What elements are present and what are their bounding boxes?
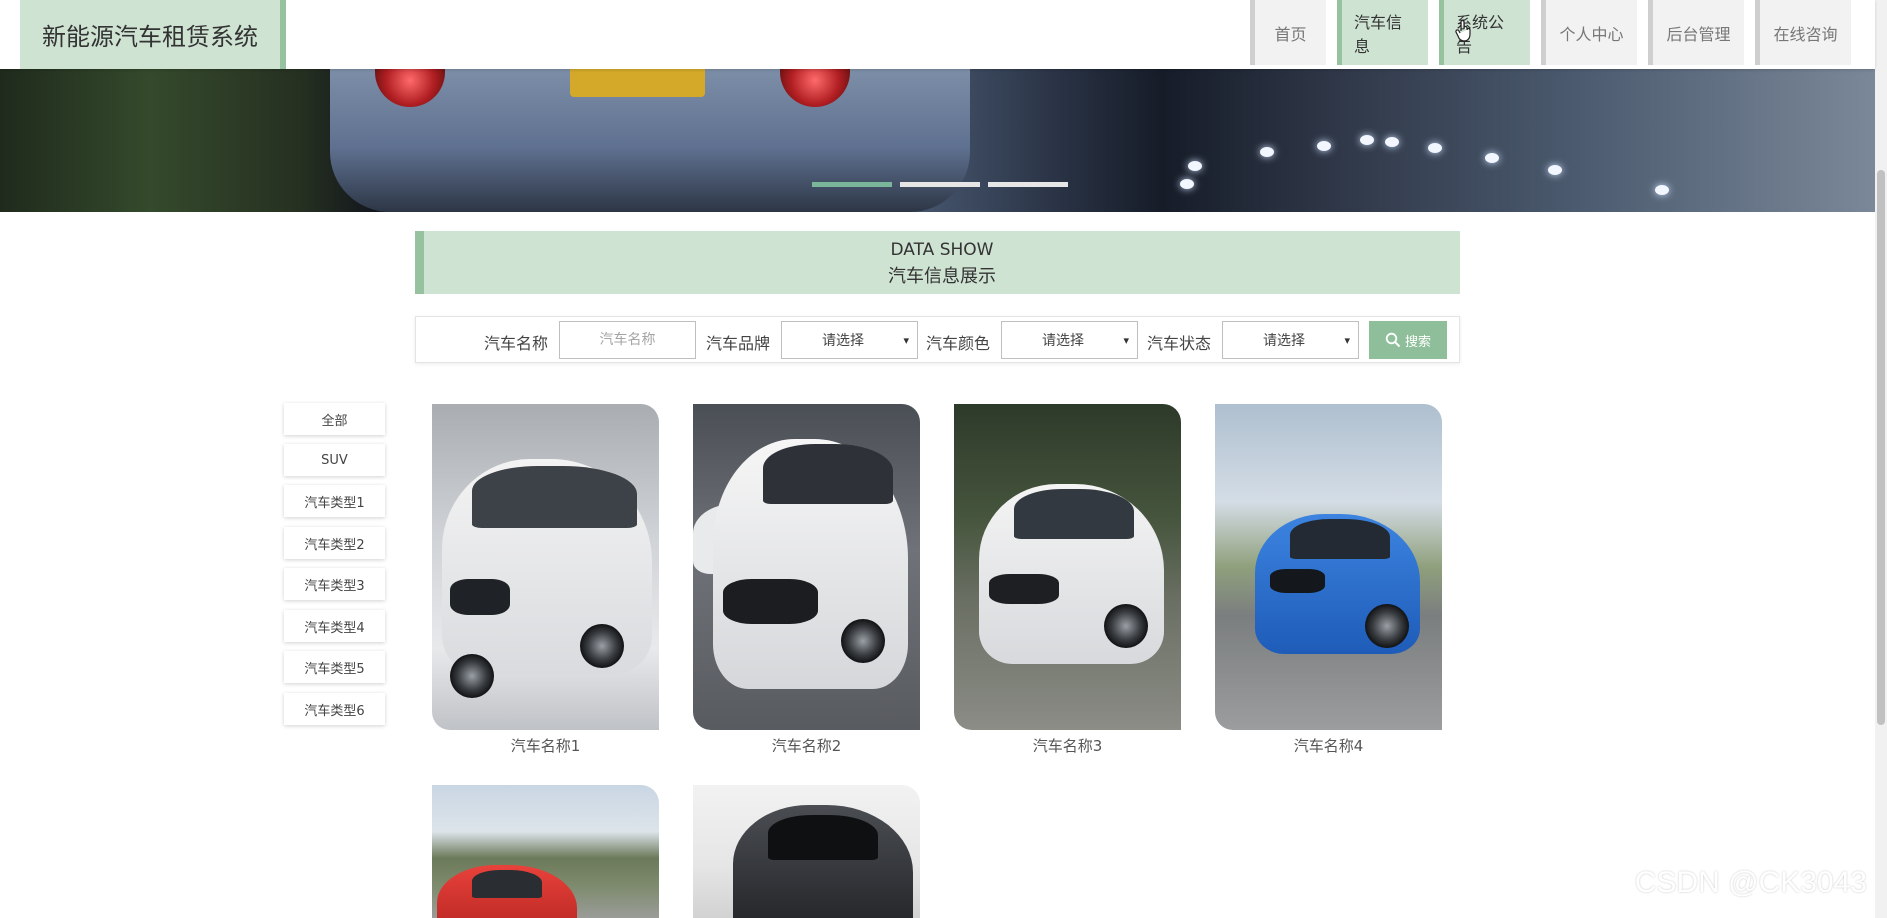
category-type-4[interactable]: 汽车类型4 (284, 610, 385, 642)
section-title-cn: 汽车信息展示 (888, 266, 996, 287)
section-title: DATA SHOW 汽车信息展示 (415, 231, 1460, 294)
chevron-down-icon: ▾ (1344, 333, 1350, 347)
road-light (1548, 165, 1562, 175)
car-name-caption[interactable]: 汽车名称4 (1215, 735, 1442, 756)
carousel-dot[interactable] (900, 182, 980, 187)
car-brand-value: 请选择 (822, 333, 864, 349)
car-brand-select[interactable]: 请选择 ▾ (781, 321, 918, 359)
road-light (1360, 135, 1374, 145)
car-status-select[interactable]: 请选择 ▾ (1222, 321, 1359, 359)
category-type-5[interactable]: 汽车类型5 (284, 651, 385, 683)
car-name-input[interactable] (559, 321, 696, 359)
search-bar: 汽车名称 汽车品牌 请选择 ▾ 汽车颜色 请选择 ▾ 汽车状态 请选择 ▾ 搜索 (415, 316, 1460, 363)
car-color-select[interactable]: 请选择 ▾ (1001, 321, 1138, 359)
road-light (1260, 147, 1274, 157)
car-status-value: 请选择 (1263, 333, 1305, 349)
car-card-image[interactable] (954, 404, 1181, 730)
car-name-caption[interactable]: 汽车名称1 (432, 735, 659, 756)
nav-online-consult[interactable]: 在线咨询 (1755, 0, 1851, 65)
road-light (1317, 141, 1331, 151)
car-status-label: 汽车状态 (1147, 334, 1212, 353)
car-card-image[interactable] (693, 785, 920, 918)
chevron-down-icon: ▾ (1123, 333, 1129, 347)
top-header: 新能源汽车租赁系统 首页 汽车信息 系统公告 个人中心 后台管理 在线咨询 (0, 0, 1875, 69)
category-type-3[interactable]: 汽车类型3 (284, 568, 385, 600)
car-name-caption[interactable]: 汽车名称2 (693, 735, 920, 756)
carousel-indicators (812, 182, 1068, 187)
road-light (1180, 179, 1194, 189)
car-name-caption[interactable]: 汽车名称3 (954, 735, 1181, 756)
carousel-dot[interactable] (812, 182, 892, 187)
car-name-label: 汽车名称 (484, 334, 549, 353)
road-light (1385, 137, 1399, 147)
category-type-1[interactable]: 汽车类型1 (284, 485, 385, 517)
nav-personal-center[interactable]: 个人中心 (1541, 0, 1637, 65)
search-icon (1385, 332, 1401, 348)
app-title[interactable]: 新能源汽车租赁系统 (20, 0, 286, 69)
road-light (1485, 153, 1499, 163)
hand-cursor-icon (1455, 20, 1471, 42)
search-button-label: 搜索 (1404, 334, 1431, 350)
car-color-value: 请选择 (1042, 333, 1084, 349)
page: 新能源汽车租赁系统 首页 汽车信息 系统公告 个人中心 后台管理 在线咨询 DA… (0, 0, 1887, 918)
car-card-image[interactable] (432, 785, 659, 918)
banner-car-image (330, 69, 970, 212)
watermark: CSDN @CK3043 (1634, 866, 1867, 899)
car-brand-label: 汽车品牌 (706, 334, 771, 353)
car-card-image[interactable] (432, 404, 659, 730)
category-type-2[interactable]: 汽车类型2 (284, 527, 385, 559)
main-nav: 首页 汽车信息 系统公告 个人中心 后台管理 在线咨询 (1250, 0, 1875, 69)
category-suv[interactable]: SUV (284, 444, 385, 476)
search-button[interactable]: 搜索 (1369, 321, 1447, 359)
scrollbar-thumb[interactable] (1877, 170, 1885, 725)
nav-home[interactable]: 首页 (1250, 0, 1326, 65)
nav-announcements[interactable]: 系统公告 (1439, 0, 1530, 65)
category-type-6[interactable]: 汽车类型6 (284, 693, 385, 725)
hero-banner (0, 69, 1875, 212)
road-light (1188, 161, 1202, 171)
carousel-dot[interactable] (988, 182, 1068, 187)
tail-light-right (780, 69, 850, 107)
chevron-down-icon: ▾ (903, 333, 909, 347)
road-light (1655, 185, 1669, 195)
car-card-image[interactable] (1215, 404, 1442, 730)
car-color-label: 汽车颜色 (926, 334, 991, 353)
section-title-en: DATA SHOW (890, 240, 994, 260)
category-all[interactable]: 全部 (284, 403, 385, 435)
nav-car-info[interactable]: 汽车信息 (1337, 0, 1428, 65)
car-card-image[interactable] (693, 404, 920, 730)
license-plate (570, 69, 705, 97)
road-light (1428, 143, 1442, 153)
nav-admin[interactable]: 后台管理 (1648, 0, 1744, 65)
tail-light-left (375, 69, 445, 107)
